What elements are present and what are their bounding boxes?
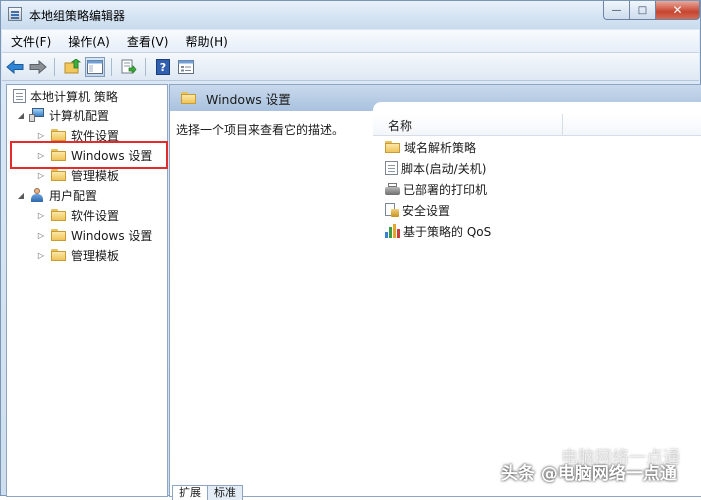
forward-arrow-icon bbox=[29, 59, 47, 74]
security-icon bbox=[385, 202, 399, 218]
expanded-triangle-icon[interactable]: ◢ bbox=[17, 191, 25, 200]
tree-item-label: 软件设置 bbox=[71, 208, 120, 223]
folder-icon bbox=[385, 141, 401, 153]
printer-icon bbox=[385, 182, 400, 196]
properties-button[interactable] bbox=[176, 57, 196, 77]
column-name-header[interactable]: 名称 bbox=[388, 117, 412, 134]
list-item-label: 基于策略的 QoS bbox=[403, 224, 492, 239]
menu-view[interactable]: 查看(V) bbox=[118, 31, 177, 52]
title-bar[interactable]: 本地组策略编辑器 — □ ✕ bbox=[1, 1, 700, 29]
list-item-label: 安全设置 bbox=[402, 203, 451, 218]
collapsed-triangle-icon[interactable]: ▷ bbox=[37, 131, 45, 140]
tree-computer-config[interactable]: ◢ 计算机配置 bbox=[17, 106, 109, 124]
folder-icon bbox=[51, 169, 67, 181]
view-tabs: 扩展 标准 bbox=[172, 485, 243, 500]
tree-user-software[interactable]: ▷ 软件设置 bbox=[37, 206, 119, 224]
tree-computer-config-label: 计算机配置 bbox=[49, 108, 110, 123]
back-arrow-icon bbox=[6, 59, 24, 74]
detail-pane: Windows 设置 选择一个项目来查看它的描述。 名称 域名解析策略 脚本(启… bbox=[169, 84, 701, 497]
back-button[interactable] bbox=[5, 57, 25, 77]
folder-icon bbox=[181, 92, 197, 104]
minimize-button[interactable]: — bbox=[603, 1, 630, 20]
menu-action[interactable]: 操作(A) bbox=[59, 31, 118, 52]
show-hide-tree-button[interactable] bbox=[85, 56, 105, 77]
folder-icon bbox=[51, 229, 67, 241]
minimize-icon: — bbox=[611, 4, 622, 16]
list-item-label: 域名解析策略 bbox=[404, 140, 477, 155]
collapsed-triangle-icon[interactable]: ▷ bbox=[37, 251, 45, 260]
collapsed-triangle-icon[interactable]: ▷ bbox=[37, 211, 45, 220]
maximize-icon: □ bbox=[637, 4, 648, 16]
list-item[interactable]: 域名解析策略 bbox=[385, 138, 476, 156]
folder-icon bbox=[51, 129, 67, 141]
list-item-label: 脚本(启动/关机) bbox=[401, 161, 487, 176]
detail-header-title: Windows 设置 bbox=[206, 91, 291, 107]
tree-item-label: Windows 设置 bbox=[71, 148, 153, 163]
policy-doc-icon bbox=[13, 89, 26, 103]
up-level-button[interactable] bbox=[62, 57, 82, 77]
tree-item-label: 软件设置 bbox=[71, 128, 120, 143]
folder-icon bbox=[51, 209, 67, 221]
tree-computer-admin-templates[interactable]: ▷ 管理模板 bbox=[37, 166, 119, 184]
tree-item-label: 管理模板 bbox=[71, 248, 120, 263]
up-folder-icon bbox=[64, 59, 81, 74]
detail-list[interactable]: 名称 域名解析策略 脚本(启动/关机) 已部署的打印机 安全设置 基于策略的 Q… bbox=[373, 102, 701, 496]
window-controls: — □ ✕ bbox=[603, 1, 700, 21]
console-tree[interactable]: 本地计算机 策略 ◢ 计算机配置 ▷ 软件设置 ▷ Windows 设置 ▷ 管… bbox=[6, 84, 168, 497]
expanded-triangle-icon[interactable]: ◢ bbox=[17, 111, 25, 120]
tree-computer-software[interactable]: ▷ 软件设置 bbox=[37, 126, 119, 144]
tree-user-admin-templates[interactable]: ▷ 管理模板 bbox=[37, 246, 119, 264]
svg-text:?: ? bbox=[160, 61, 166, 74]
gpedit-app-icon bbox=[8, 7, 22, 21]
tree-user-config-label: 用户配置 bbox=[49, 188, 98, 203]
tab-extended[interactable]: 扩展 bbox=[172, 485, 208, 500]
toolbar-separator bbox=[145, 57, 146, 76]
watermark-ghost-text: 电脑网络一点通 bbox=[561, 448, 680, 468]
tree-user-config[interactable]: ◢ 用户配置 bbox=[17, 186, 97, 204]
list-item[interactable]: 已部署的打印机 bbox=[385, 180, 487, 198]
help-icon: ? bbox=[156, 58, 170, 75]
collapsed-triangle-icon[interactable]: ▷ bbox=[37, 151, 45, 160]
list-item[interactable]: 脚本(启动/关机) bbox=[385, 159, 486, 177]
script-icon bbox=[385, 161, 398, 175]
watermark: 头条 @电脑网络一点通 电脑网络一点通 bbox=[501, 448, 680, 484]
export-list-button[interactable] bbox=[119, 57, 139, 77]
list-item[interactable]: 安全设置 bbox=[385, 201, 450, 219]
menu-help[interactable]: 帮助(H) bbox=[176, 31, 235, 52]
folder-icon bbox=[51, 149, 67, 161]
computer-icon bbox=[29, 108, 45, 122]
forward-button[interactable] bbox=[28, 57, 48, 77]
user-icon bbox=[29, 188, 45, 202]
properties-icon bbox=[178, 59, 194, 74]
column-divider[interactable] bbox=[562, 114, 563, 135]
tree-user-windows[interactable]: ▷ Windows 设置 bbox=[37, 226, 152, 244]
export-list-icon bbox=[121, 59, 137, 74]
tree-computer-windows[interactable]: ▷ Windows 设置 bbox=[37, 146, 152, 164]
main-window: 本地组策略编辑器 — □ ✕ 文件(F) 操作(A) 查看(V) 帮助(H) ?… bbox=[0, 0, 701, 500]
help-button[interactable]: ? bbox=[153, 57, 173, 77]
collapsed-triangle-icon[interactable]: ▷ bbox=[37, 171, 45, 180]
toolbar-separator bbox=[111, 57, 112, 76]
tree-item-label: 管理模板 bbox=[71, 168, 120, 183]
toolbar: ? bbox=[2, 53, 699, 81]
description-text: 选择一个项目来查看它的描述。 bbox=[176, 123, 345, 137]
close-icon: ✕ bbox=[672, 3, 683, 17]
folder-icon bbox=[51, 249, 67, 261]
toolbar-separator bbox=[54, 57, 55, 76]
window-title: 本地组策略编辑器 bbox=[29, 9, 126, 23]
qos-chart-icon bbox=[385, 224, 400, 238]
console-tree-icon bbox=[87, 59, 103, 74]
tab-standard[interactable]: 标准 bbox=[207, 485, 243, 500]
list-item[interactable]: 基于策略的 QoS bbox=[385, 222, 491, 240]
menu-bar: 文件(F) 操作(A) 查看(V) 帮助(H) bbox=[2, 30, 699, 53]
collapsed-triangle-icon[interactable]: ▷ bbox=[37, 231, 45, 240]
tree-root-label: 本地计算机 策略 bbox=[30, 89, 118, 104]
maximize-button[interactable]: □ bbox=[630, 1, 656, 20]
tree-root[interactable]: 本地计算机 策略 bbox=[13, 87, 118, 105]
menu-file[interactable]: 文件(F) bbox=[2, 31, 59, 52]
column-header: 名称 bbox=[373, 114, 701, 136]
close-button[interactable]: ✕ bbox=[656, 1, 700, 20]
tree-item-label: Windows 设置 bbox=[71, 228, 153, 243]
list-item-label: 已部署的打印机 bbox=[403, 182, 488, 197]
